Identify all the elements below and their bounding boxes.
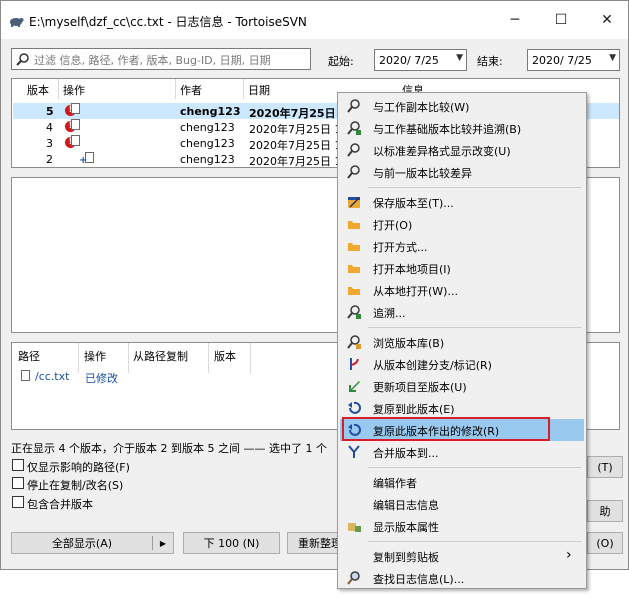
menu-item-find-log[interactable]: 查找日志信息(L)... [340, 567, 584, 589]
update-icon [349, 381, 360, 392]
menu-item-copy-clipboard[interactable]: 复制到剪贴板 › [340, 545, 584, 567]
compare-icon [347, 99, 360, 113]
revision-author: cheng123 [180, 153, 235, 166]
option-checkbox[interactable] [12, 459, 24, 471]
column-header-copyfrom[interactable]: 从路径复制 [133, 348, 188, 364]
revision-author: cheng123 [180, 137, 235, 150]
context-menu: 与工作副本比较(W) 与工作基础版本比较并追溯(B) 以标准差异格式显示改变(U… [337, 92, 587, 589]
column-header-date[interactable]: 日期 [248, 82, 270, 98]
save-icon [348, 197, 360, 208]
to-date-value: 2020/ 7/25 [532, 54, 592, 67]
column-header-path-revision[interactable]: 版本 [214, 348, 236, 364]
option-label: 包含合并版本 [27, 498, 93, 511]
revision-date: 2020年7月25日 15 [249, 155, 349, 168]
menu-item-update-to-rev[interactable]: 更新项目至版本(U) [340, 375, 584, 397]
minimize-button[interactable]: ─ [492, 1, 538, 39]
menu-item-compare-prev[interactable]: 与前一版本比较差异 [340, 161, 584, 183]
option-checkbox[interactable] [12, 496, 24, 508]
search-icon [16, 53, 29, 66]
from-label: 起始: [328, 55, 354, 68]
path-action: 已修改 [85, 372, 118, 385]
from-date-picker[interactable]: 2020/ 7/25 ▼ [374, 49, 467, 71]
menu-separator [368, 467, 582, 468]
option-checkbox[interactable] [12, 477, 24, 489]
option-label: 仅显示影响的路径(F) [27, 461, 130, 474]
menu-item-show-props[interactable]: 显示版本属性 [340, 515, 584, 537]
properties-icon [348, 523, 361, 532]
close-button[interactable]: ✕ [584, 1, 628, 39]
revision-author: cheng123 [180, 121, 235, 134]
repo-browser-icon [347, 335, 361, 349]
open-icon [348, 221, 360, 229]
file-icon [71, 119, 80, 130]
blame-compare-icon [347, 121, 361, 135]
show-all-button[interactable]: 全部显示(A) ▶ [11, 532, 174, 554]
menu-item-edit-log[interactable]: 编辑日志信息 [340, 493, 584, 515]
menu-item-blame[interactable]: 追溯... [340, 301, 584, 323]
find-icon [347, 571, 360, 585]
diff-icon [347, 143, 360, 157]
window-title: E:\myself\dzf_cc\cc.txt - 日志信息 - Tortois… [29, 15, 307, 29]
chevron-down-icon: ▼ [456, 53, 463, 63]
open-with-icon [348, 243, 360, 251]
menu-item-compare-wc[interactable]: 与工作副本比较(W) [340, 95, 584, 117]
menu-item-compare-blame[interactable]: 与工作基础版本比较并追溯(B) [340, 117, 584, 139]
partial-button-help[interactable]: 助 [587, 500, 623, 522]
search-input[interactable]: 过滤 信息, 路径, 作者, 版本, Bug-ID, 日期, 日期 [11, 48, 311, 70]
search-placeholder: 过滤 信息, 路径, 作者, 版本, Bug-ID, 日期, 日期 [34, 54, 271, 67]
menu-item-branch-tag[interactable]: 从版本创建分支/标记(R) [340, 353, 584, 375]
menu-item-unified-diff[interactable]: 以标准差异格式显示改变(U) [340, 139, 584, 161]
revert-to-icon [348, 401, 361, 414]
from-date-value: 2020/ 7/25 [379, 54, 439, 67]
menu-item-open-from-local[interactable]: 从本地打开(W)... [340, 279, 584, 301]
menu-item-repo-browser[interactable]: 浏览版本库(B) [340, 331, 584, 353]
column-header-path[interactable]: 路径 [18, 348, 40, 364]
to-date-picker[interactable]: 2020/ 7/25 ▼ [527, 49, 620, 71]
menu-item-merge[interactable]: 合并版本到... [340, 441, 584, 463]
column-header-author[interactable]: 作者 [180, 82, 202, 98]
menu-separator [368, 541, 582, 542]
path-value: /cc.txt [35, 370, 70, 383]
menu-item-open-with[interactable]: 打开方式... [340, 235, 584, 257]
revision-author: cheng123 [180, 105, 241, 118]
column-header-action[interactable]: 操作 [63, 82, 85, 98]
submenu-arrow-icon: › [566, 547, 572, 563]
menu-separator [368, 327, 582, 328]
menu-separator [368, 187, 582, 188]
revision-number: 3 [46, 137, 53, 150]
status-text: 正在显示 4 个版本，介于版本 2 到版本 5 之间 —— 选中了 1 个 [11, 442, 327, 455]
revision-number: 4 [46, 121, 53, 134]
blame-icon [347, 305, 361, 319]
file-icon [21, 370, 30, 381]
column-header-revision[interactable]: 版本 [27, 82, 49, 98]
partial-button-t[interactable]: (T) [587, 456, 623, 478]
chevron-down-icon: ▼ [609, 53, 616, 63]
open-local-icon [348, 265, 360, 273]
tortoise-icon [10, 18, 24, 27]
compare-prev-icon [347, 165, 360, 179]
dropdown-arrow-icon[interactable]: ▶ [153, 539, 173, 548]
file-icon [71, 103, 80, 114]
option-label: 停止在复制/改名(S) [27, 479, 124, 492]
add-icon: + [79, 155, 88, 166]
column-header-path-action[interactable]: 操作 [84, 348, 106, 364]
menu-item-save-revision[interactable]: 保存版本至(T)... [340, 191, 584, 213]
show-all-label: 全部显示(A) [51, 537, 113, 550]
merge-icon [348, 445, 360, 458]
open-from-local-icon [348, 287, 360, 295]
next-100-button[interactable]: 下 100 (N) [183, 532, 280, 554]
file-icon [71, 135, 80, 146]
to-label: 结束: [477, 55, 503, 68]
maximize-button[interactable]: ☐ [538, 1, 584, 39]
menu-item-open-local[interactable]: 打开本地项目(I) [340, 257, 584, 279]
menu-item-edit-author[interactable]: 编辑作者 [340, 471, 584, 493]
menu-item-open[interactable]: 打开(O) [340, 213, 584, 235]
revision-number: 2 [46, 153, 53, 166]
title-bar: E:\myself\dzf_cc\cc.txt - 日志信息 - Tortois… [1, 1, 628, 39]
menu-item-revert-to-rev[interactable]: 复原到此版本(E) [340, 397, 584, 419]
branch-icon [350, 358, 359, 370]
highlight-box [342, 417, 550, 441]
revision-number: 5 [46, 105, 54, 118]
partial-button-o[interactable]: (O) [587, 532, 623, 554]
